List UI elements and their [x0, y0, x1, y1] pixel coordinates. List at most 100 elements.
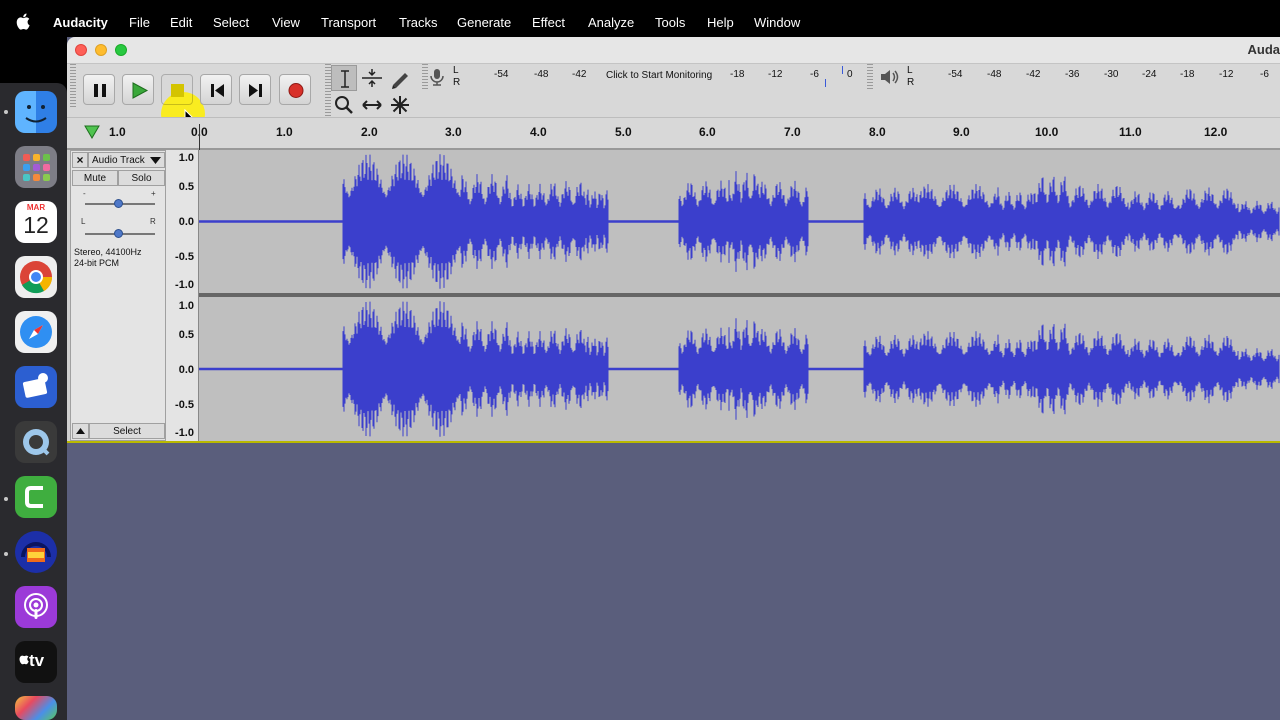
left-channel-waveform: [199, 154, 1280, 289]
mute-button[interactable]: Mute: [72, 170, 118, 186]
stop-button[interactable]: [161, 74, 193, 105]
selection-tool[interactable]: [331, 65, 357, 91]
solo-button[interactable]: Solo: [118, 170, 165, 186]
select-track-button[interactable]: Select: [89, 423, 165, 439]
amp-label: 0.0: [178, 364, 194, 376]
click-to-start-monitoring[interactable]: Click to Start Monitoring: [606, 70, 712, 81]
finder-icon[interactable]: [15, 91, 57, 133]
ruler-tick: 2.0: [361, 125, 378, 139]
menu-analyze[interactable]: Analyze: [588, 15, 634, 30]
menu-tracks[interactable]: Tracks: [399, 15, 438, 30]
gain-plus-label: +: [151, 189, 156, 198]
play-button[interactable]: [122, 74, 154, 105]
play-meter-tick: -24: [1142, 69, 1157, 80]
calendar-icon[interactable]: MAR 12: [15, 201, 57, 243]
chrome-icon[interactable]: [15, 256, 57, 298]
ruler-tick: 4.0: [530, 125, 547, 139]
macos-dock: MAR 12 tv: [0, 83, 67, 720]
screen-recorder-icon[interactable]: [15, 366, 57, 408]
ruler-tick: 1.0: [109, 125, 126, 139]
close-window-button[interactable]: [75, 44, 87, 56]
play-meter-tick: -30: [1104, 69, 1119, 80]
running-indicator: [4, 552, 8, 556]
menu-window[interactable]: Window: [754, 15, 800, 30]
skip-to-start-button[interactable]: [200, 74, 232, 105]
play-at-speed-triangle-icon[interactable]: [83, 124, 101, 140]
amp-label: 0.5: [178, 329, 194, 341]
menu-generate[interactable]: Generate: [457, 15, 511, 30]
menu-transport[interactable]: Transport: [321, 15, 376, 30]
waveform-path: [199, 154, 1280, 289]
menu-view[interactable]: View: [272, 15, 300, 30]
pause-button[interactable]: [83, 74, 115, 105]
track-name: Audio Track: [92, 155, 145, 166]
record-meter-right-label: R: [453, 77, 461, 88]
ruler-tick: 3.0: [445, 125, 462, 139]
collapse-track-button[interactable]: [72, 423, 89, 439]
playback-meter[interactable]: -54 -48 -42 -36 -30 -24 -18 -12 -6: [917, 66, 1280, 88]
app-menu-audacity[interactable]: Audacity: [53, 15, 108, 30]
waveform-path: [199, 301, 1280, 437]
calendar-day: 12: [23, 212, 49, 238]
speaker-icon[interactable]: [878, 67, 900, 87]
safari-icon[interactable]: [15, 311, 57, 353]
photos-icon[interactable]: [15, 696, 57, 720]
apple-logo-icon[interactable]: [16, 13, 30, 30]
multi-tool[interactable]: [387, 92, 413, 118]
menu-effect[interactable]: Effect: [532, 15, 565, 30]
audacity-dock-icon[interactable]: [15, 531, 57, 573]
amp-label: -1.0: [175, 279, 194, 291]
menu-edit[interactable]: Edit: [170, 15, 192, 30]
amplitude-ruler[interactable]: 1.0 0.5 0.0 -0.5 -1.0 1.0 0.5 0.0 -0.5 -…: [166, 150, 199, 441]
play-meter-tick: -6: [1260, 69, 1269, 80]
running-indicator: [4, 497, 8, 501]
record-meter-tick: -18: [730, 69, 745, 80]
pan-right-label: R: [150, 217, 156, 226]
audacity-window: Auda L R -54 -48 -42 Click to Start Moni…: [67, 37, 1280, 720]
camtasia-icon[interactable]: [15, 476, 57, 518]
play-meter-tick: -48: [987, 69, 1002, 80]
menu-select[interactable]: Select: [213, 15, 249, 30]
play-meter-tick: -18: [1180, 69, 1195, 80]
pan-left-label: L: [81, 217, 86, 226]
menu-tools[interactable]: Tools: [655, 15, 685, 30]
gain-slider[interactable]: [114, 199, 123, 208]
time-shift-tool[interactable]: [359, 92, 385, 118]
ruler-tick: 8.0: [869, 125, 886, 139]
calendar-month: MAR: [26, 203, 46, 212]
track-area: × Audio Track Mute Solo - + L R Stereo, …: [67, 150, 1280, 443]
track-format-line2: 24-bit PCM: [74, 258, 120, 268]
close-track-button[interactable]: ×: [72, 152, 88, 168]
channel-divider: [199, 293, 1280, 297]
play-meter-tick: -12: [1219, 69, 1234, 80]
record-peak-marker: [825, 79, 826, 87]
toolbar-grip[interactable]: [867, 64, 873, 90]
skip-to-end-button[interactable]: [239, 74, 271, 105]
minimize-window-button[interactable]: [95, 44, 107, 56]
play-meter-tick: -54: [948, 69, 963, 80]
apple-tv-label: tv: [29, 651, 45, 670]
draw-tool[interactable]: [387, 65, 413, 91]
record-button[interactable]: [279, 74, 311, 105]
record-meter[interactable]: -54 -48 -42 Click to Start Monitoring -1…: [463, 66, 859, 88]
zoom-tool[interactable]: [331, 92, 357, 118]
envelope-tool[interactable]: [359, 65, 385, 91]
track-format-info: Stereo, 44100Hz 24-bit PCM: [74, 247, 142, 269]
podcasts-icon[interactable]: [15, 586, 57, 628]
window-titlebar: Auda: [67, 37, 1280, 64]
play-meter-tick: -36: [1065, 69, 1080, 80]
menu-help[interactable]: Help: [707, 15, 734, 30]
launchpad-icon[interactable]: [15, 146, 57, 188]
empty-project-area[interactable]: [67, 445, 1280, 720]
microphone-icon[interactable]: [427, 67, 447, 87]
quicktime-icon[interactable]: [15, 421, 57, 463]
apple-tv-icon[interactable]: tv: [15, 641, 57, 683]
zoom-window-button[interactable]: [115, 44, 127, 56]
amp-label: 0.0: [178, 216, 194, 228]
track-name-menu[interactable]: Audio Track: [88, 152, 165, 168]
timeline-ruler[interactable]: 1.0 0.0 1.0 2.0 3.0 4.0 5.0 6.0 7.0 8.0 …: [67, 117, 1280, 150]
menu-file[interactable]: File: [129, 15, 150, 30]
toolbar-grip[interactable]: [70, 64, 76, 108]
pan-slider[interactable]: [114, 229, 123, 238]
amp-label: 0.5: [178, 181, 194, 193]
